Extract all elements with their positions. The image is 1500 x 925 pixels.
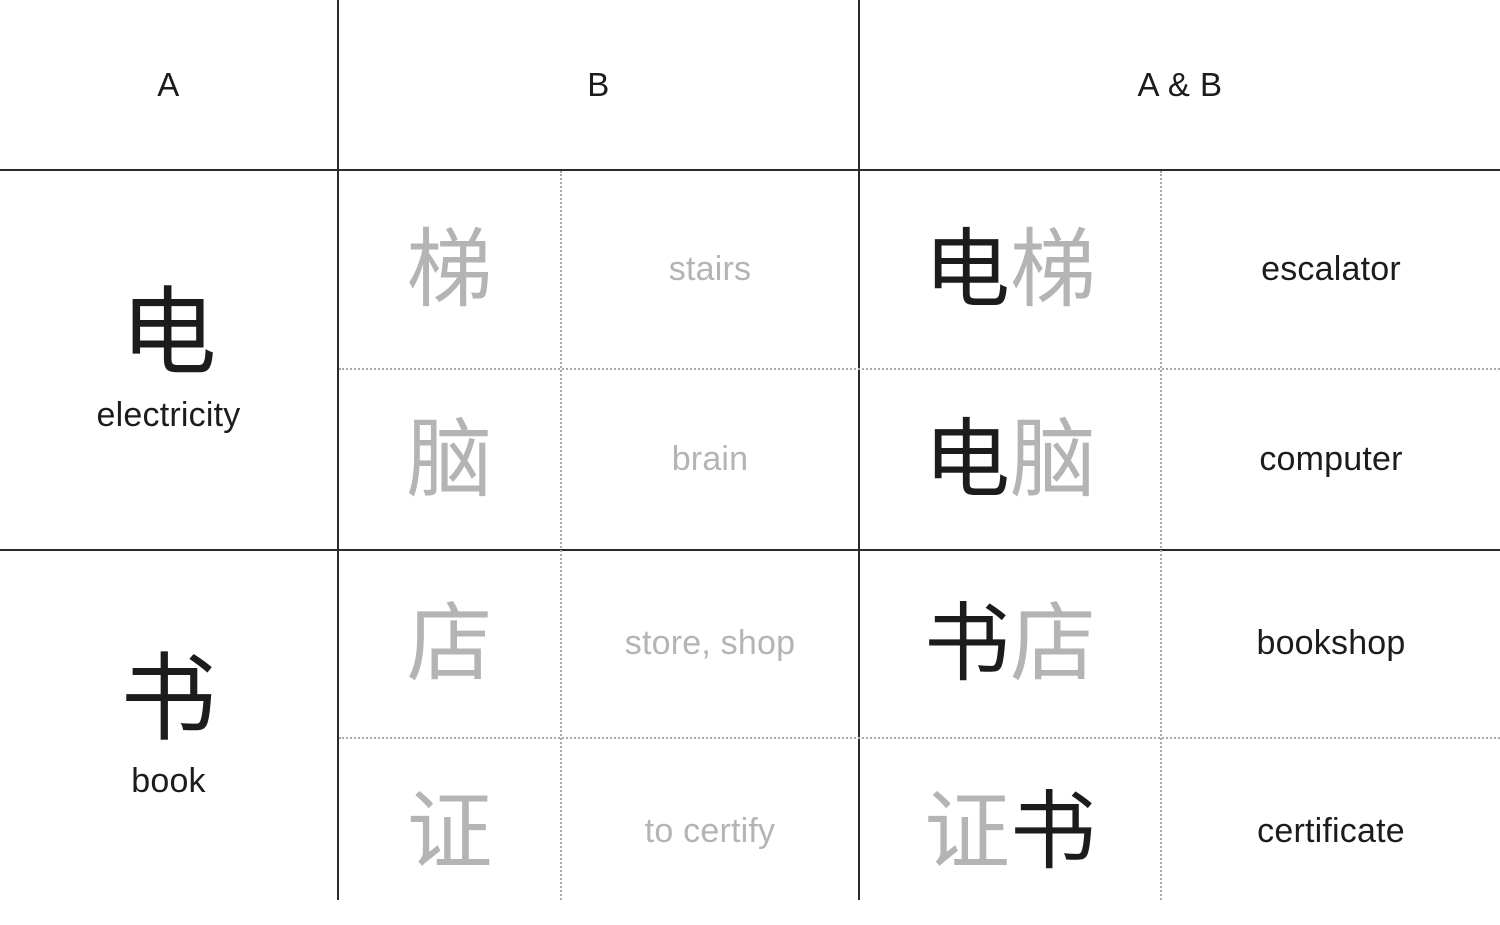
- column-header-b: B: [587, 66, 610, 103]
- b-hanzi-cell: 证: [339, 739, 560, 925]
- compound-hanzi-cell: 电脑: [860, 370, 1160, 549]
- b-gloss-cell: brain: [562, 370, 858, 549]
- column-header-a-and-b: A & B: [1137, 66, 1223, 103]
- compound-char-second: 店: [1010, 594, 1096, 694]
- base-gloss: book: [131, 761, 206, 800]
- b-hanzi: 梯: [406, 219, 493, 320]
- compound-hanzi: 电梯: [924, 227, 1096, 313]
- b-gloss-cell: to certify: [562, 739, 858, 925]
- compound-meaning: bookshop: [1256, 624, 1406, 663]
- b-hanzi: 店: [406, 594, 493, 694]
- compound-char-second: 脑: [1010, 409, 1096, 510]
- compound-hanzi-cell: 证书: [860, 739, 1160, 925]
- b-gloss: stairs: [668, 249, 752, 288]
- b-gloss: store, shop: [624, 624, 796, 663]
- compound-meaning-cell: certificate: [1162, 739, 1500, 925]
- b-hanzi-cell: 脑: [339, 370, 560, 549]
- compound-char-first: 电: [924, 219, 1010, 320]
- compound-meaning-cell: escalator: [1162, 171, 1500, 368]
- compound-meaning: computer: [1259, 439, 1403, 478]
- base-morpheme-cell: 书 book: [0, 551, 337, 900]
- b-hanzi-cell: 梯: [339, 171, 560, 368]
- compound-hanzi-cell: 电梯: [860, 171, 1160, 368]
- base-hanzi: 书: [120, 642, 217, 755]
- compound-char-first: 电: [924, 409, 1010, 510]
- compound-meaning-cell: computer: [1162, 370, 1500, 549]
- b-hanzi: 脑: [406, 409, 493, 510]
- compound-meaning-cell: bookshop: [1162, 551, 1500, 737]
- base-gloss: electricity: [96, 396, 241, 435]
- b-hanzi: 证: [406, 782, 493, 882]
- base-hanzi: 电: [120, 277, 217, 390]
- compound-meaning: escalator: [1261, 249, 1401, 288]
- compound-hanzi: 书店: [924, 601, 1096, 687]
- compound-char-first: 证: [924, 782, 1010, 882]
- column-header-a: A: [157, 66, 180, 103]
- b-hanzi-cell: 店: [339, 551, 560, 737]
- b-gloss-cell: store, shop: [562, 551, 858, 737]
- compound-char-second: 书: [1010, 782, 1096, 882]
- compound-hanzi: 电脑: [924, 417, 1096, 503]
- compound-char-first: 书: [924, 594, 1010, 694]
- compound-hanzi: 证书: [924, 789, 1096, 875]
- b-gloss-cell: stairs: [562, 171, 858, 368]
- compound-meaning: certificate: [1257, 812, 1405, 851]
- b-gloss: brain: [671, 439, 749, 478]
- compound-hanzi-cell: 书店: [860, 551, 1160, 737]
- base-morpheme-cell: 电 electricity: [0, 171, 337, 549]
- compound-word-table: A B A & B 电 electricity 梯 stairs 电梯 esca…: [0, 0, 1500, 900]
- b-gloss: to certify: [644, 812, 776, 851]
- compound-char-second: 梯: [1010, 219, 1096, 320]
